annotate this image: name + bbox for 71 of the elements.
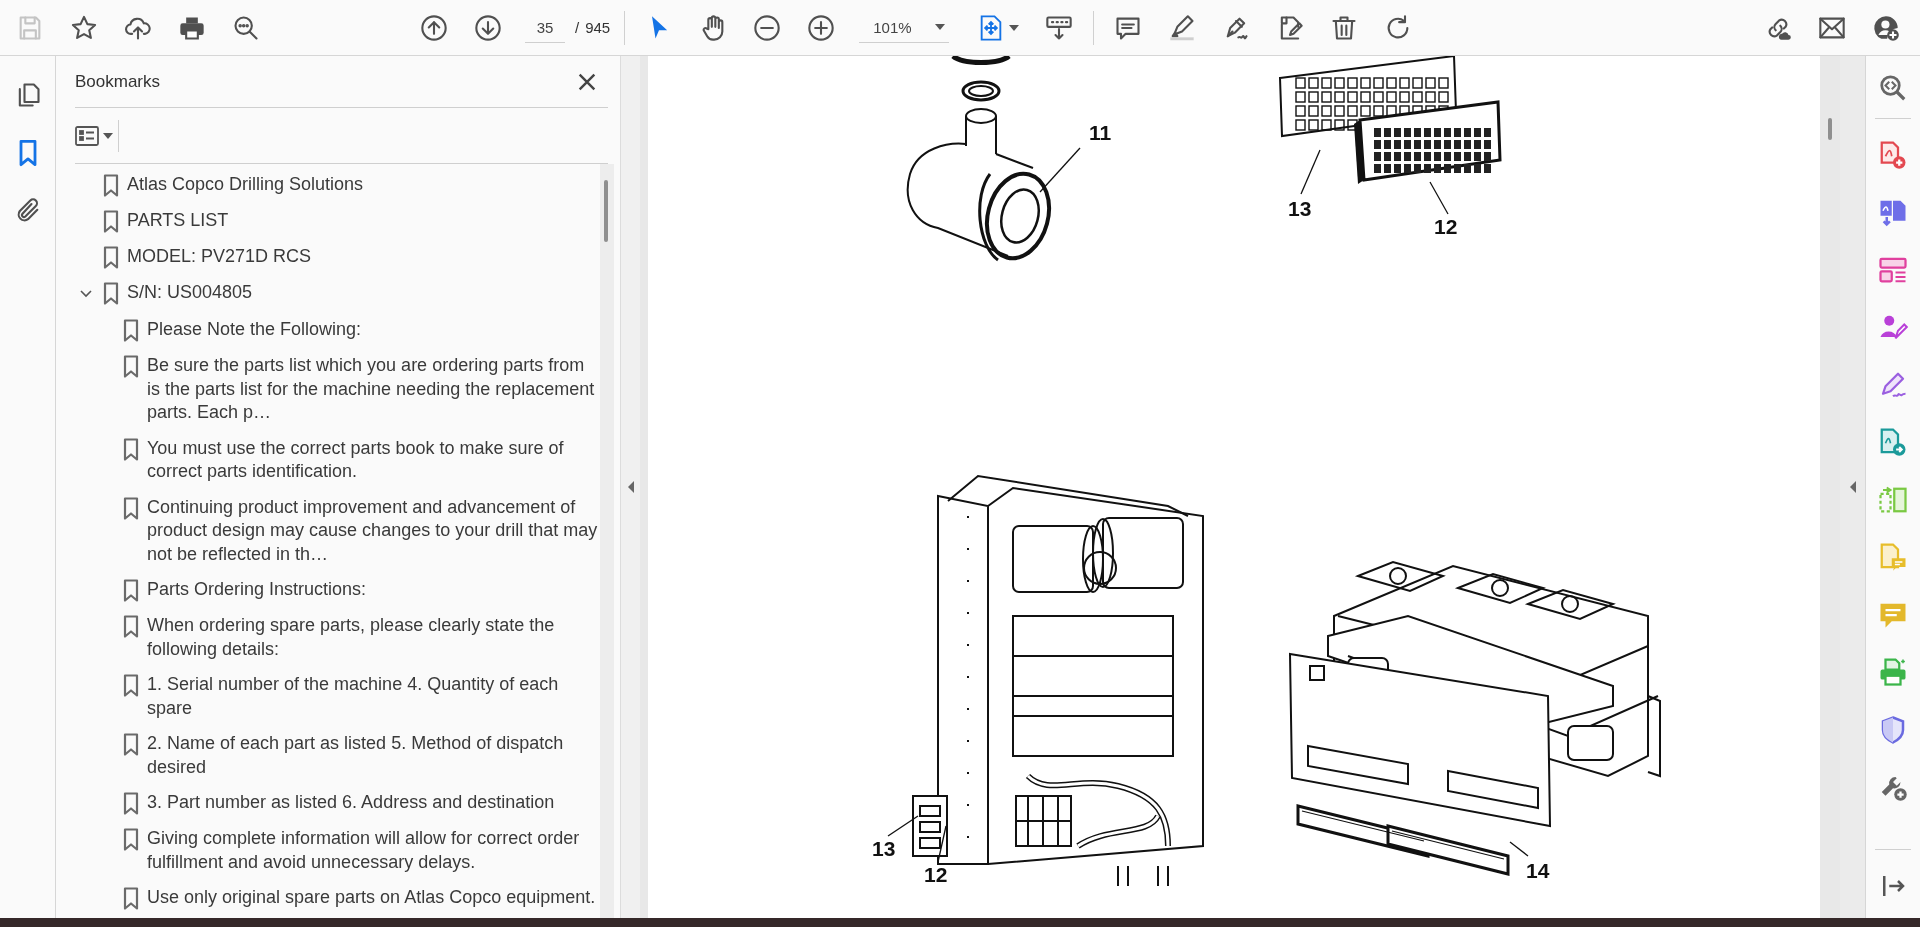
- bookmark-icon: [123, 579, 139, 602]
- leader-line: [887, 815, 919, 837]
- leader-line: [1300, 149, 1321, 195]
- bookmark-icon: [103, 282, 119, 305]
- bookmark-icon: [103, 174, 119, 197]
- bookmark-link[interactable]: 2. Name of each part as listed 5. Method of dispatch desired: [147, 732, 600, 779]
- bookmark-icon: [123, 674, 139, 697]
- star-icon: [70, 13, 98, 42]
- pdf-add-icon: [1878, 139, 1908, 170]
- bookmark-icon: [123, 355, 139, 378]
- zoom-glass-icon: [1878, 73, 1908, 103]
- leader-line: [1429, 181, 1449, 215]
- scrollbar-thumb[interactable]: [604, 180, 608, 242]
- bookmark-link[interactable]: Atlas Copco Drilling Solutions: [127, 173, 364, 197]
- scrollbar-thumb[interactable]: [1828, 118, 1832, 140]
- collapse-arrow-icon[interactable]: [1848, 481, 1857, 493]
- bookmark-icon: [123, 437, 139, 461]
- bookmark-icon: [103, 246, 119, 269]
- bookmark-link[interactable]: Giving complete information will allow for correct order fulfillment and avoid unnecessary delays.: [147, 827, 600, 874]
- bookmark-link[interactable]: MODEL: PV271D RCS: [127, 245, 312, 269]
- caret-icon: [103, 132, 113, 139]
- options-button[interactable]: [75, 119, 119, 152]
- bookmark-link[interactable]: When ordering spare parts, please clearly state the following details:: [147, 614, 600, 661]
- leader-line: [1039, 147, 1081, 193]
- options-icon: [75, 125, 99, 146]
- page-separator: /: [575, 19, 580, 36]
- zoom-in-icon: [807, 13, 836, 42]
- print-production-icon: [1878, 657, 1908, 687]
- bookmark-icon: [123, 496, 139, 520]
- bookmark-icon: [123, 615, 139, 638]
- compress-pages-icon: [1878, 484, 1908, 515]
- callout-number: 12: [924, 863, 948, 886]
- bookmark-link[interactable]: 1. Serial number of the machine 4. Quantity of each spare: [147, 673, 600, 720]
- bookmark-link[interactable]: 3. Part number as listed 6. Address and destination: [147, 791, 555, 815]
- bookmark-icon: [123, 792, 139, 815]
- callout-number: 13: [1288, 197, 1312, 220]
- bookmark-icon: [123, 733, 139, 756]
- doc-comment-icon: [1878, 542, 1908, 572]
- leader-line: [937, 825, 947, 863]
- callout-number: 12: [1434, 215, 1458, 238]
- bookmark-link[interactable]: Please Note the Following:: [147, 318, 362, 342]
- collapse-arrow-icon[interactable]: [626, 481, 635, 493]
- caret-icon: [1009, 24, 1020, 31]
- bookmark-icon: [123, 319, 139, 342]
- zoom-out-icon: [753, 13, 782, 42]
- bookmark-link[interactable]: Parts Ordering Instructions:: [147, 578, 367, 602]
- find-icon: [232, 13, 260, 42]
- next-page-icon: [474, 13, 502, 42]
- panel-title: Bookmarks: [75, 71, 161, 92]
- previous-page-icon: [420, 13, 448, 42]
- zoom-dropdown[interactable]: 101%: [859, 12, 950, 43]
- callout-number: 14: [1526, 859, 1550, 882]
- bookmark-link[interactable]: You must use the correct parts book to make sure of correct parts identification.: [147, 436, 600, 484]
- pdf-send-icon: [1878, 427, 1908, 457]
- bookmark-link[interactable]: Use only original spare parts on Atlas Copco equipment.: [147, 886, 596, 910]
- bookmark-icon: [103, 210, 119, 233]
- leader-line: [1509, 841, 1529, 857]
- callout-number: 11: [1089, 121, 1112, 144]
- callout-number: 13: [872, 837, 896, 860]
- page-total: 945: [585, 19, 611, 36]
- caret-icon: [935, 24, 946, 30]
- bookmark-link[interactable]: PARTS LIST: [127, 209, 229, 233]
- bookmark-icon: [123, 887, 139, 910]
- bookmark-link[interactable]: S/N: US004805: [127, 281, 253, 305]
- bookmark-link[interactable]: Be sure the parts list which you are ordering parts from is the parts list for the machine needing the replacement parts. Each p…: [147, 354, 600, 425]
- bookmark-icon: [123, 828, 139, 851]
- bookmark-link[interactable]: Continuing product improvement and advancement of product design may cause changes to your drill that may not be reflected in th…: [147, 495, 600, 566]
- scroll-mode-icon: [1045, 13, 1074, 42]
- page-number-field[interactable]: 35: [525, 12, 565, 43]
- highlight-icon: [1168, 13, 1197, 42]
- account-icon: [1872, 13, 1900, 42]
